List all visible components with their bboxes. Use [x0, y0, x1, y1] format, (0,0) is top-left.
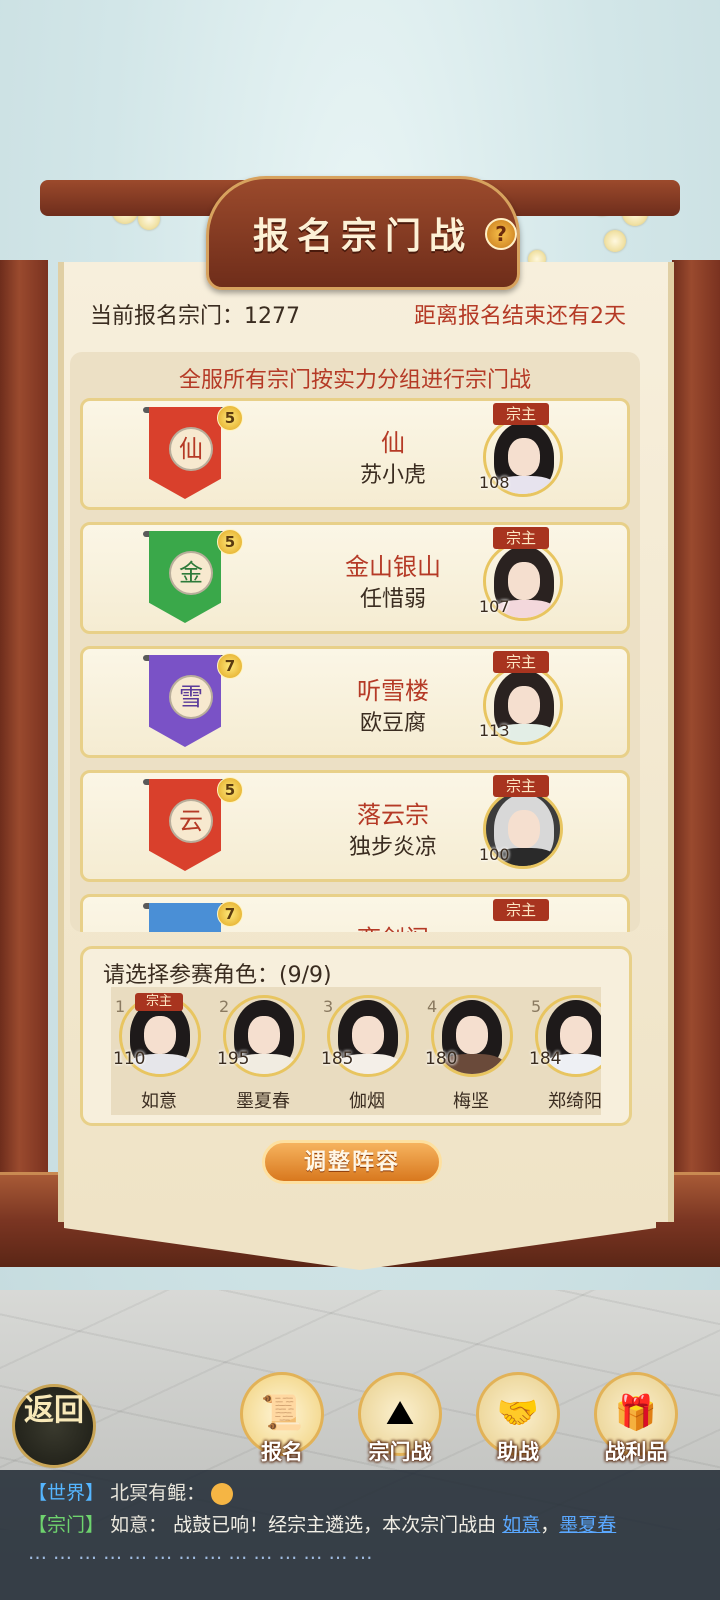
- chat-link[interactable]: 如意: [502, 1514, 540, 1536]
- sect-name: 金山银山: [345, 553, 441, 581]
- nav-assist[interactable]: 🤝 助战: [468, 1372, 568, 1472]
- member-card[interactable]: 5 184 郑绮阳: [527, 993, 601, 1113]
- member-card[interactable]: 1 宗主 110 如意: [111, 993, 207, 1113]
- leader-tag: 宗主: [493, 403, 549, 425]
- sect-level-badge: 5: [217, 405, 243, 431]
- member-slot-number: 5: [531, 997, 542, 1016]
- sect-level-badge: 5: [217, 777, 243, 803]
- sect-banner-char: 雪: [169, 675, 213, 719]
- member-power: 110: [113, 1049, 146, 1069]
- back-button[interactable]: 返回: [12, 1384, 96, 1468]
- leader-tag: 宗主: [493, 899, 549, 921]
- member-name: 伽烟: [349, 1091, 385, 1112]
- nav-signup[interactable]: 📜 报名: [232, 1372, 332, 1472]
- member-power: 185: [321, 1049, 354, 1069]
- leader-power: 100: [479, 845, 510, 864]
- emoji-icon: [211, 1482, 234, 1505]
- sect-banner-char: 云: [169, 799, 213, 843]
- member-name: 郑绮阳: [548, 1091, 601, 1112]
- leader-tag: 宗主: [135, 993, 183, 1011]
- chat-sender: 北冥有鲲：: [110, 1482, 206, 1504]
- member-select-panel: 请选择参赛角色：(9/9) 1 宗主 110 如意 2 195 墨夏春 3 18…: [80, 946, 632, 1126]
- sect-banner-char: 仙: [169, 427, 213, 471]
- nav-label: 报名: [261, 1440, 303, 1464]
- sect-name: 弈剑阁: [283, 919, 503, 932]
- leader-tag: 宗主: [493, 651, 549, 673]
- sect-name: 仙: [381, 429, 405, 457]
- chat-link[interactable]: 墨夏春: [559, 1514, 616, 1536]
- sect-row[interactable]: 仙 5 仙 苏小虎 宗主 108: [80, 398, 630, 510]
- help-button[interactable]: ?: [485, 218, 517, 250]
- list-caption: 全服所有宗门按实力分组进行宗门战: [178, 368, 531, 393]
- member-strip[interactable]: 1 宗主 110 如意 2 195 墨夏春 3 185 伽烟 4 180 梅坚 …: [111, 987, 601, 1115]
- sect-banner: [149, 903, 221, 932]
- leader-tag: 宗主: [493, 775, 549, 797]
- sect-level-badge: 7: [217, 653, 243, 679]
- channel-world: 【世界】: [28, 1482, 105, 1504]
- sect-leader-name: 欧豆腐: [359, 711, 426, 736]
- nav-loot[interactable]: 🎁 战利品: [586, 1372, 686, 1472]
- sect-row[interactable]: 雪 7 听雪楼 欧豆腐 宗主 113: [80, 646, 630, 758]
- channel-sect: 【宗门】: [28, 1514, 105, 1536]
- chat-line-sect: 【宗门】 如意： 战鼓已响！经宗主遴选，本次宗门战由 如意，墨夏春: [28, 1510, 616, 1537]
- member-slot-number: 3: [323, 997, 334, 1016]
- title-plaque: 报名宗门战: [206, 176, 520, 290]
- sect-row[interactable]: 金 5 金山银山 任惜弱 宗主 107: [80, 522, 630, 634]
- chat-separator: ，: [540, 1514, 560, 1536]
- registered-count: 当前报名宗门：1277: [90, 304, 300, 329]
- chat-line-world: 【世界】 北冥有鲲：: [28, 1478, 234, 1505]
- member-power: 195: [217, 1049, 250, 1069]
- member-name: 墨夏春: [236, 1091, 290, 1112]
- sect-level-badge: 5: [217, 529, 243, 555]
- member-card[interactable]: 3 185 伽烟: [319, 993, 415, 1113]
- member-slot-number: 2: [219, 997, 230, 1016]
- sect-row[interactable]: 7 弈剑阁 宗主: [80, 894, 630, 932]
- frame-post-left: [0, 260, 48, 1260]
- nav-sect-war[interactable]: ⛰ 宗门战: [350, 1372, 450, 1472]
- member-slot-number: 4: [427, 997, 438, 1016]
- chat-sender: 如意：: [110, 1514, 168, 1536]
- member-card[interactable]: 2 195 墨夏春: [215, 993, 311, 1113]
- sect-leader-name: 苏小虎: [359, 463, 426, 488]
- sect-leader-name: 任惜弱: [359, 587, 426, 612]
- member-name: 梅坚: [453, 1091, 489, 1112]
- adjust-lineup-button[interactable]: 调整阵容: [262, 1140, 442, 1184]
- leader-power: 108: [479, 473, 510, 492]
- sect-row[interactable]: 云 5 落云宗 独步炎凉 宗主 100: [80, 770, 630, 882]
- chat-message: 战鼓已响！经宗主遴选，本次宗门战由: [173, 1514, 497, 1536]
- leader-power: 113: [479, 721, 510, 740]
- member-select-label: 请选择参赛角色：(9/9): [103, 963, 332, 988]
- leader-tag: 宗主: [493, 527, 549, 549]
- member-power: 180: [425, 1049, 458, 1069]
- sect-leader-name: 独步炎凉: [348, 835, 437, 860]
- chat-panel[interactable]: 【世界】 北冥有鲲： 【宗门】 如意： 战鼓已响！经宗主遴选，本次宗门战由 如意…: [0, 1470, 720, 1600]
- nav-label: 战利品: [604, 1440, 668, 1464]
- sect-banner-char: 金: [169, 551, 213, 595]
- signup-info-bar: 当前报名宗门：1277 距离报名结束还有2天: [70, 290, 640, 336]
- member-slot-number: 1: [115, 997, 126, 1016]
- nav-label: 宗门战: [368, 1440, 432, 1464]
- sect-name: 听雪楼: [357, 677, 429, 705]
- signup-countdown: 距离报名结束还有2天: [414, 304, 626, 329]
- leader-power: 107: [479, 597, 510, 616]
- member-card[interactable]: 4 180 梅坚: [423, 993, 519, 1113]
- frame-post-right: [672, 260, 720, 1260]
- sect-level-badge: 7: [217, 901, 243, 927]
- member-power: 184: [529, 1049, 562, 1069]
- chat-line-truncated: … … … … … … … … … … … … … …: [28, 1542, 373, 1564]
- blossom-decoration: [604, 230, 626, 252]
- nav-label: 助战: [497, 1440, 539, 1464]
- sect-name: 落云宗: [357, 801, 429, 829]
- sect-list-panel[interactable]: 全服所有宗门按实力分组进行宗门战 仙 5 仙 苏小虎 宗主 108 金 5 金山…: [70, 352, 640, 932]
- member-name: 如意: [141, 1091, 177, 1112]
- page-title: 报名宗门战: [252, 215, 473, 257]
